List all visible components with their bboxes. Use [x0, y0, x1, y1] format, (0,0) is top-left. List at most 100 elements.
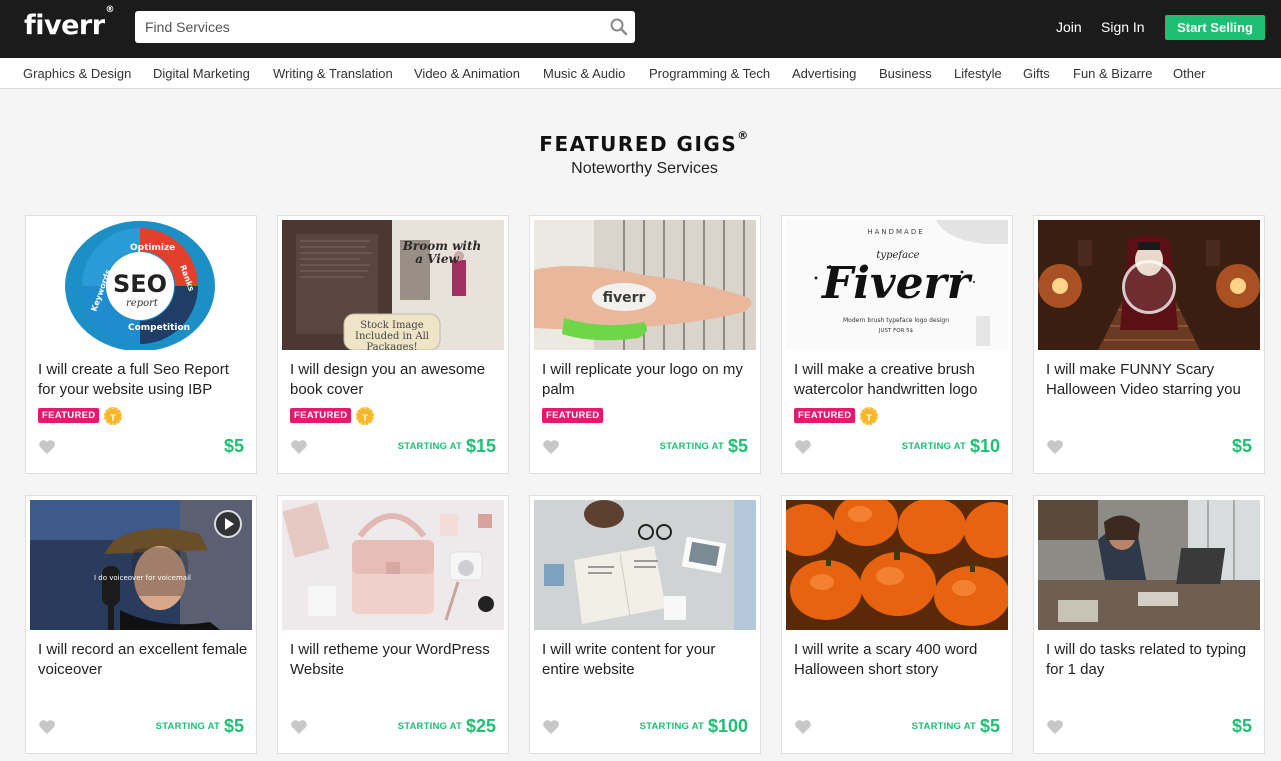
- featured-gigs-heading: FEATURED GIGS® Noteworthy Services: [0, 129, 1281, 178]
- gig-card[interactable]: I will do tasks related to typing for 1 …: [1033, 495, 1265, 754]
- book-thumb-title-2: a View: [415, 252, 459, 266]
- category-programming-tech[interactable]: Programming & Tech: [649, 66, 770, 81]
- gig-card[interactable]: I will write a scary 400 word Halloween …: [781, 495, 1013, 754]
- brush-thumb-desc: Modern brush typeface logo design: [843, 317, 949, 324]
- starting-at-label: STARTING AT: [155, 721, 220, 732]
- price-value: $5: [223, 716, 244, 736]
- palm-thumb-logo: fiverr: [603, 290, 646, 306]
- price-value: $5: [979, 716, 1000, 736]
- search-input[interactable]: [135, 11, 605, 43]
- gig-title[interactable]: I will do tasks related to typing for 1 …: [1046, 640, 1256, 680]
- gig-card[interactable]: Broom with a View Stock Image Included i…: [277, 215, 509, 474]
- sign-in-link[interactable]: Sign In: [1101, 19, 1145, 35]
- category-business[interactable]: Business: [879, 66, 932, 81]
- price-value: $10: [969, 436, 1000, 456]
- category-other[interactable]: Other: [1173, 66, 1206, 81]
- gig-thumbnail[interactable]: [786, 500, 1008, 630]
- gig-card[interactable]: fiverr I will replicate your logo on my …: [529, 215, 761, 474]
- gig-card[interactable]: SEO report Optimize Ranks Keywords Compe…: [25, 215, 257, 474]
- seo-thumb-competition: Competition: [128, 323, 190, 333]
- featured-badge: FEATURED: [38, 408, 100, 423]
- heart-icon[interactable]: [794, 439, 812, 455]
- gig-title[interactable]: I will retheme your WordPress Website: [290, 640, 500, 680]
- gig-title[interactable]: I will write content for your entire web…: [542, 640, 752, 680]
- gig-thumbnail[interactable]: SEO report Optimize Ranks Keywords Compe…: [30, 220, 252, 350]
- fiverr-logo[interactable]: fiverr®: [24, 5, 115, 41]
- gig-thumbnail[interactable]: Broom with a View Stock Image Included i…: [282, 220, 504, 350]
- heart-icon[interactable]: [290, 439, 308, 455]
- category-video-animation[interactable]: Video & Animation: [414, 66, 520, 81]
- category-music-audio[interactable]: Music & Audio: [543, 66, 625, 81]
- gig-card[interactable]: I will write content for your entire web…: [529, 495, 761, 754]
- seo-thumb-sub: report: [126, 298, 159, 309]
- heart-icon[interactable]: [542, 719, 560, 735]
- heart-icon[interactable]: [542, 439, 560, 455]
- gig-price: $5: [1232, 436, 1252, 457]
- gig-title[interactable]: I will make FUNNY Scary Halloween Video …: [1046, 360, 1256, 400]
- gig-title[interactable]: I will design you an awesome book cover: [290, 360, 500, 400]
- price-value: $5: [727, 436, 748, 456]
- heart-icon[interactable]: [38, 719, 56, 735]
- play-icon[interactable]: [214, 510, 242, 538]
- gig-card[interactable]: HANDMADE typeface Fiverr Modern brush ty…: [781, 215, 1013, 474]
- gig-thumbnail[interactable]: I do voiceover for voicemail: [30, 500, 252, 630]
- gig-card[interactable]: I will retheme your WordPress Website ST…: [277, 495, 509, 754]
- category-advertising[interactable]: Advertising: [792, 66, 856, 81]
- gig-title[interactable]: I will make a creative brush watercolor …: [794, 360, 1004, 400]
- book-thumb-stamp-3: Packages!: [366, 342, 417, 350]
- gig-price: STARTING AT $10: [902, 436, 1000, 457]
- gig-card[interactable]: I will make FUNNY Scary Halloween Video …: [1033, 215, 1265, 474]
- gig-thumbnail[interactable]: HANDMADE typeface Fiverr Modern brush ty…: [786, 220, 1008, 350]
- join-link[interactable]: Join: [1056, 19, 1082, 35]
- book-thumb-title-1: Broom with: [402, 239, 482, 253]
- start-selling-button[interactable]: Start Selling: [1165, 15, 1265, 40]
- category-writing-translation[interactable]: Writing & Translation: [273, 66, 393, 81]
- starting-at-label: STARTING AT: [911, 721, 976, 732]
- featured-badge: FEATURED: [542, 408, 604, 423]
- price-value: $5: [1231, 436, 1252, 456]
- heart-icon[interactable]: [794, 719, 812, 735]
- gig-price: STARTING AT $5: [660, 436, 748, 457]
- starting-at-label: STARTING AT: [659, 441, 724, 452]
- gig-price: STARTING AT $5: [912, 716, 1000, 737]
- gig-title[interactable]: I will record an excellent female voiceo…: [38, 640, 248, 680]
- price-value: $5: [223, 436, 244, 456]
- price-value: $100: [707, 716, 748, 736]
- book-thumb-stamp-1: Stock Image: [360, 320, 424, 331]
- search-icon[interactable]: [609, 17, 629, 37]
- section-title-mark: ®: [737, 129, 750, 143]
- heart-icon[interactable]: [38, 439, 56, 455]
- gig-price: STARTING AT $25: [398, 716, 496, 737]
- gig-thumbnail[interactable]: [1038, 500, 1260, 630]
- gig-price: STARTING AT $5: [156, 716, 244, 737]
- video-camera-icon[interactable]: [1122, 260, 1176, 314]
- gig-thumbnail[interactable]: [282, 500, 504, 630]
- gig-title[interactable]: I will create a full Seo Report for your…: [38, 360, 248, 400]
- category-gifts[interactable]: Gifts: [1023, 66, 1050, 81]
- gig-title[interactable]: I will replicate your logo on my palm: [542, 360, 752, 400]
- heart-icon[interactable]: [290, 719, 308, 735]
- category-graphics-design[interactable]: Graphics & Design: [23, 66, 131, 81]
- gig-card[interactable]: I do voiceover for voicemail I will reco…: [25, 495, 257, 754]
- seo-thumb-optimize: Optimize: [130, 243, 175, 253]
- book-thumb-stamp-2: Included in All: [355, 331, 429, 342]
- top-rated-badge: T: [860, 407, 878, 425]
- heart-icon[interactable]: [1046, 439, 1064, 455]
- brush-thumb-top: HANDMADE: [867, 228, 924, 236]
- gig-price: STARTING AT $15: [398, 436, 496, 457]
- starting-at-label: STARTING AT: [639, 721, 704, 732]
- price-value: $25: [465, 716, 496, 736]
- starting-at-label: STARTING AT: [901, 441, 966, 452]
- voice-thumb-caption: I do voiceover for voicemail: [94, 574, 191, 582]
- category-lifestyle[interactable]: Lifestyle: [954, 66, 1002, 81]
- gig-title[interactable]: I will write a scary 400 word Halloween …: [794, 640, 1004, 680]
- gig-thumbnail[interactable]: [1038, 220, 1260, 350]
- heart-icon[interactable]: [1046, 719, 1064, 735]
- logo-text: fiverr: [24, 10, 105, 41]
- gig-thumbnail[interactable]: fiverr: [534, 220, 756, 350]
- seo-thumb-main: SEO: [113, 270, 167, 298]
- section-title: FEATURED GIGS®: [8, 129, 1281, 156]
- category-fun-bizarre[interactable]: Fun & Bizarre: [1073, 66, 1152, 81]
- category-digital-marketing[interactable]: Digital Marketing: [153, 66, 250, 81]
- gig-thumbnail[interactable]: [534, 500, 756, 630]
